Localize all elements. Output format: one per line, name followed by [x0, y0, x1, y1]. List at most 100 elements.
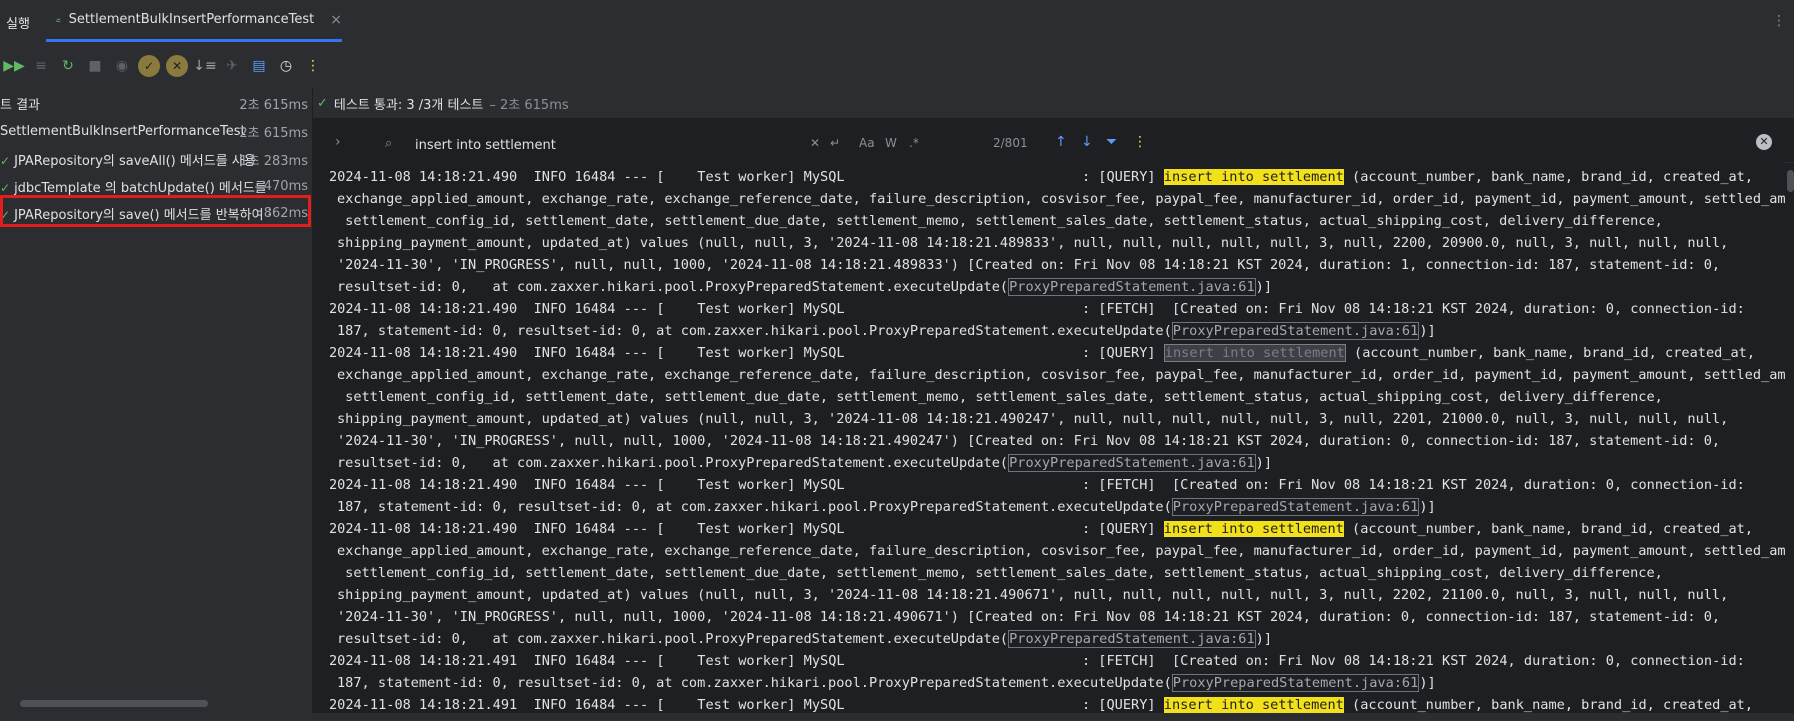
next-match-icon[interactable]: ↓ — [1081, 134, 1093, 150]
console-output[interactable]: 2024-11-08 14:18:21.490 INFO 16484 --- [… — [313, 162, 1785, 721]
search-match-count: 2/801 — [993, 136, 1028, 150]
console-vertical-scrollbar[interactable] — [1787, 170, 1794, 192]
console-text: (account_number, bank_name, brand_id, cr… — [1343, 697, 1754, 713]
toggle-autotest-icon[interactable]: ↻ — [55, 53, 81, 79]
tests-passed-text: 테스트 통과: 3 /3개 테스트 — [333, 97, 484, 113]
previous-match-icon[interactable]: ↑ — [1055, 134, 1067, 150]
console-search-bar: › ⌕ ✕ ↵ Aa W .* 2/801 ↑ ↓ ⏷ ⋮ ✕ — [313, 128, 1794, 163]
search-match-highlight: insert into settlement — [1163, 521, 1344, 537]
console-text: '2024-11-30', 'IN_PROGRESS', null, null,… — [337, 433, 1721, 449]
console-line: shipping_payment_amount, updated_at) val… — [337, 232, 1728, 254]
toolbar-more-icon[interactable]: ⋮ — [300, 53, 326, 79]
run-tool-window-label[interactable]: 실행 — [6, 13, 30, 32]
source-link[interactable]: ProxyPreparedStatement.java:61 — [1171, 322, 1420, 340]
console-line: 2024-11-08 14:18:21.491 INFO 16484 --- [… — [329, 650, 1745, 672]
tree-test-label: jdbcTemplate 의 batchUpdate() 메서드를 사 — [14, 181, 270, 196]
clear-search-icon[interactable]: ✕ — [810, 136, 820, 150]
console-line: resultset-id: 0, at com.zaxxer.hikari.po… — [337, 628, 1272, 650]
tree-suite-time: 2초 615ms — [239, 126, 308, 141]
export-icon[interactable]: ▤ — [246, 53, 272, 79]
search-more-icon[interactable]: ⋮ — [1133, 134, 1147, 150]
tree-test-label: JPARepository의 saveAll() 메서드를 사용 — [14, 154, 256, 169]
show-passed-icon[interactable]: ✓ — [138, 55, 160, 77]
console-line: settlement_config_id, settlement_date, s… — [337, 562, 1663, 584]
rerun-failed-icon[interactable]: ≡ — [28, 53, 54, 79]
regex-button[interactable]: .* — [909, 136, 919, 150]
source-link[interactable]: ProxyPreparedStatement.java:61 — [1171, 498, 1420, 516]
rerun-icon[interactable]: ▶▶ — [1, 53, 27, 79]
console-text: settlement_config_id, settlement_date, s… — [337, 213, 1663, 229]
console-text: 187, statement-id: 0, resultset-id: 0, a… — [337, 499, 1172, 515]
console-text: settlement_config_id, settlement_date, s… — [337, 389, 1663, 405]
tree-root-label: 트 결과 — [0, 98, 41, 113]
tab-bar: 실행 SettlementBulkInsertPerformanceTest ×… — [0, 0, 1794, 45]
console-text: shipping_payment_amount, updated_at) val… — [337, 411, 1729, 427]
sort-icon[interactable]: ↓≡ — [192, 53, 218, 79]
stop-icon[interactable]: ■ — [82, 53, 108, 79]
console-text: 2024-11-08 14:18:21.490 INFO 16484 --- [… — [329, 169, 1164, 185]
close-search-icon[interactable]: ✕ — [1756, 134, 1772, 150]
pin-icon[interactable]: ✈ — [219, 53, 245, 79]
show-ignored-icon[interactable]: ✕ — [166, 55, 188, 77]
tests-passed-icon: ✓ — [317, 95, 328, 111]
console-line: 2024-11-08 14:18:21.490 INFO 16484 --- [… — [329, 518, 1753, 540]
tree-horizontal-scrollbar[interactable] — [20, 700, 208, 707]
console-text: )] — [1419, 499, 1436, 515]
test-tree-panel: 트 결과 2초 615ms SettlementBulkInsertPerfor… — [0, 88, 313, 721]
search-icon[interactable]: ⌕ — [385, 136, 392, 151]
expand-replace-icon[interactable]: › — [335, 134, 341, 150]
console-text: shipping_payment_amount, updated_at) val… — [337, 235, 1729, 251]
console-line: 187, statement-id: 0, resultset-id: 0, a… — [337, 320, 1436, 342]
console-text: )] — [1255, 455, 1273, 471]
console-line: 2024-11-08 14:18:21.490 INFO 16484 --- [… — [329, 474, 1745, 496]
console-text: exchange_applied_amount, exchange_rate, … — [337, 191, 1785, 207]
more-options-icon[interactable]: ⋮ — [1772, 13, 1786, 29]
console-text: )] — [1419, 323, 1436, 339]
test-status-bar: ✓ 테스트 통과: 3 /3개 테스트 – 2초 615ms — [313, 88, 1794, 118]
passed-check-icon: ✓ — [0, 181, 11, 195]
view-icon[interactable]: ◉ — [109, 53, 135, 79]
tree-suite-label: SettlementBulkInsertPerformanceTest — [0, 124, 246, 139]
console-line: exchange_applied_amount, exchange_rate, … — [337, 540, 1785, 562]
test-config-icon — [56, 17, 61, 22]
tree-root-row[interactable]: 트 결과 2초 615ms — [0, 90, 312, 117]
source-link[interactable]: ProxyPreparedStatement.java:61 — [1008, 630, 1256, 648]
console-text: '2024-11-30', 'IN_PROGRESS', null, null,… — [337, 257, 1721, 273]
console-line: 187, statement-id: 0, resultset-id: 0, a… — [337, 496, 1436, 518]
tab-settlement-test[interactable]: SettlementBulkInsertPerformanceTest × — [46, 0, 342, 42]
console-line: 187, statement-id: 0, resultset-id: 0, a… — [337, 672, 1436, 694]
console-text: )] — [1255, 279, 1273, 295]
tree-suite-row[interactable]: SettlementBulkInsertPerformanceTest 2초 6… — [0, 118, 312, 145]
tree-test-row[interactable]: ✓ JPARepository의 saveAll() 메서드를 사용 1초 283… — [0, 146, 312, 173]
source-link[interactable]: ProxyPreparedStatement.java:61 — [1171, 674, 1420, 692]
console-text: (account_number, bank_name, brand_id, cr… — [1343, 169, 1754, 185]
console-line: settlement_config_id, settlement_date, s… — [337, 210, 1663, 232]
console-line: 2024-11-08 14:18:21.490 INFO 16484 --- [… — [329, 298, 1745, 320]
console-line: '2024-11-30', 'IN_PROGRESS', null, null,… — [337, 430, 1720, 452]
source-link[interactable]: ProxyPreparedStatement.java:61 — [1008, 278, 1256, 296]
tree-root-time: 2초 615ms — [239, 98, 308, 113]
console-text: shipping_payment_amount, updated_at) val… — [337, 587, 1729, 603]
console-line: resultset-id: 0, at com.zaxxer.hikari.po… — [337, 452, 1272, 474]
console-line: shipping_payment_amount, updated_at) val… — [337, 584, 1728, 606]
search-input[interactable] — [413, 134, 797, 156]
console-text: 2024-11-08 14:18:21.491 INFO 16484 --- [… — [329, 653, 1745, 669]
bottom-strip — [0, 713, 1794, 721]
tab-close-icon[interactable]: × — [330, 12, 342, 28]
whole-words-button[interactable]: W — [885, 136, 897, 150]
tree-test-time: 470ms — [263, 179, 308, 194]
source-link[interactable]: ProxyPreparedStatement.java:61 — [1008, 454, 1256, 472]
tree-test-time: 1초 283ms — [239, 154, 308, 169]
console-text: resultset-id: 0, at com.zaxxer.hikari.po… — [337, 631, 1009, 647]
console-text: (account_number, bank_name, brand_id, cr… — [1345, 345, 1756, 361]
new-line-icon[interactable]: ↵ — [830, 136, 840, 150]
filter-icon[interactable]: ⏷ — [1106, 134, 1117, 150]
console-line: 2024-11-08 14:18:21.490 INFO 16484 --- [… — [329, 342, 1755, 364]
console-text: resultset-id: 0, at com.zaxxer.hikari.po… — [337, 455, 1009, 471]
console-text: resultset-id: 0, at com.zaxxer.hikari.po… — [337, 279, 1009, 295]
console-line: resultset-id: 0, at com.zaxxer.hikari.po… — [337, 276, 1272, 298]
console-text: 2024-11-08 14:18:21.490 INFO 16484 --- [… — [329, 477, 1745, 493]
history-icon[interactable]: ◷ — [273, 53, 299, 79]
match-case-button[interactable]: Aa — [859, 136, 875, 150]
console-text: exchange_applied_amount, exchange_rate, … — [337, 543, 1785, 559]
